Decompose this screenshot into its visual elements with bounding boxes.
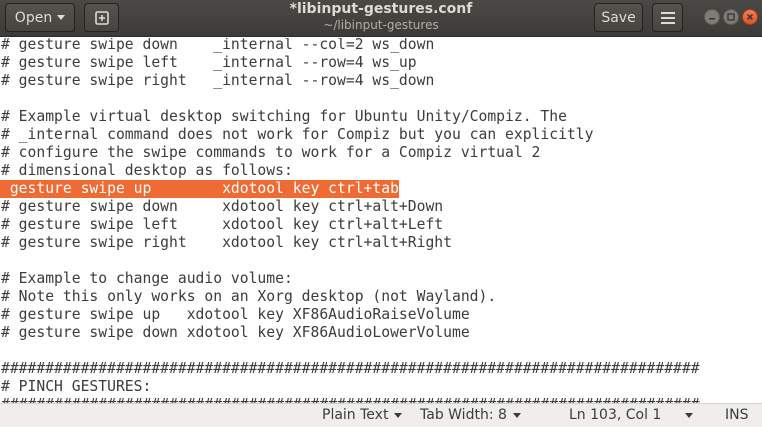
insert-mode-label: INS — [725, 407, 749, 423]
code-line: # PINCH GESTURES: — [1, 378, 152, 395]
code-line: ########################################… — [1, 360, 700, 377]
window-title: *libinput-gestures.conf — [289, 1, 473, 17]
minimize-button[interactable] — [704, 9, 720, 25]
code-line: # gesture swipe down xdotool key XF86Aud… — [1, 324, 470, 341]
new-document-icon — [94, 10, 109, 25]
header-bar: Open *libinput-gestures.conf ~/libinput-… — [0, 0, 762, 37]
code-line: ########################################… — [1, 396, 700, 403]
code-line: # dimensional desktop as follows: — [1, 162, 293, 179]
chevron-down-icon — [685, 412, 694, 418]
close-icon — [746, 13, 754, 21]
code-line: # Example virtual desktop switching for … — [1, 108, 567, 125]
close-button[interactable] — [742, 9, 758, 25]
code-line: # Note this only works on an Xorg deskto… — [1, 288, 497, 305]
code-line: # gesture swipe left _internal --row=4 w… — [1, 54, 417, 71]
menu-button[interactable] — [652, 3, 683, 32]
language-selector[interactable]: Plain Text — [322, 407, 403, 423]
insert-mode-indicator[interactable]: INS — [725, 407, 749, 423]
code-line: # gesture swipe right xdotool key ctrl+a… — [1, 234, 452, 251]
code-line: # gesture swipe down xdotool key ctrl+al… — [1, 198, 444, 215]
code-line: # configure the swipe commands to work f… — [1, 144, 541, 161]
code-line: # Example to change audio volume: — [1, 270, 293, 287]
open-label: Open — [14, 9, 53, 26]
code-line: # gesture swipe right _internal --row=4 … — [1, 72, 435, 89]
chevron-down-icon — [394, 412, 403, 418]
language-label: Plain Text — [322, 407, 389, 423]
text-editor[interactable]: # gesture swipe down _internal --col=2 w… — [0, 38, 762, 403]
maximize-icon — [727, 13, 735, 21]
cursor-position-selector[interactable]: Ln 103, Col 1 — [569, 407, 694, 423]
code-line: # gesture swipe down _internal --col=2 w… — [1, 38, 435, 53]
new-document-button[interactable] — [84, 3, 119, 32]
chevron-down-icon — [57, 15, 66, 20]
code-line: # _internal command does not work for Co… — [1, 126, 594, 143]
open-button[interactable]: Open — [5, 3, 75, 32]
window-title-area: *libinput-gestures.conf ~/libinput-gestu… — [200, 1, 562, 33]
selected-code-line: gesture swipe up xdotool key ctrl+tab — [0, 180, 399, 198]
tab-width-selector[interactable]: Tab Width: 8 — [420, 407, 521, 423]
window-subtitle: ~/libinput-gestures — [323, 18, 439, 32]
hamburger-menu-icon — [660, 11, 675, 24]
tab-width-label: Tab Width: 8 — [420, 407, 507, 423]
minimize-icon — [709, 18, 715, 20]
maximize-button[interactable] — [723, 9, 739, 25]
save-button[interactable]: Save — [594, 3, 643, 32]
status-bar: Plain Text Tab Width: 8 Ln 103, Col 1 IN… — [0, 403, 762, 427]
chevron-down-icon — [512, 412, 521, 418]
cursor-position-label: Ln 103, Col 1 — [569, 407, 662, 423]
code-line: # gesture swipe up xdotool key XF86Audio… — [1, 306, 470, 323]
code-line: # gesture swipe left xdotool key ctrl+al… — [1, 216, 444, 233]
